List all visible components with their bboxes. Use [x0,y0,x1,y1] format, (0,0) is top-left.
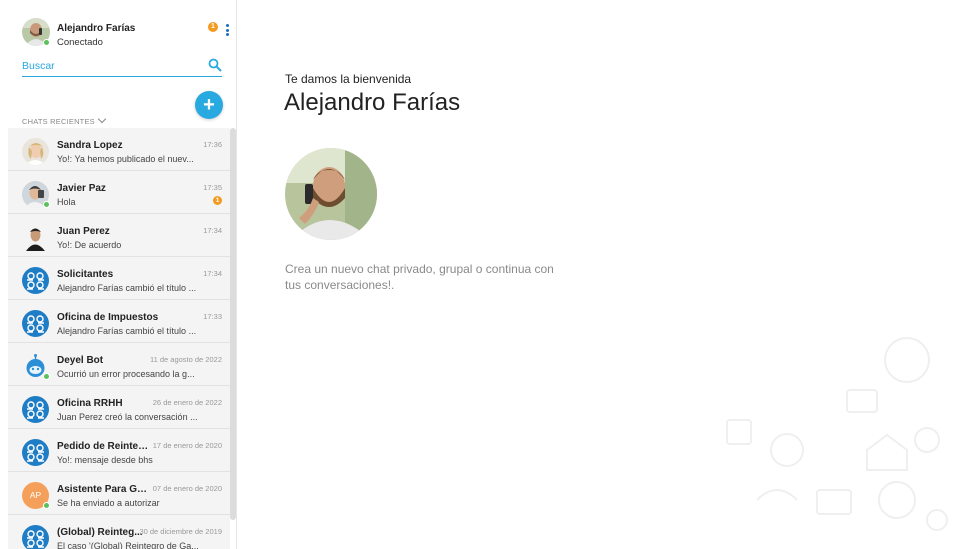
chat-item-sandra-lopez[interactable]: Sandra Lopez 17:36 Yo!: Ya hemos publica… [8,128,230,171]
chat-preview: Ocurrió un error procesando la g... [57,369,195,379]
chat-time: 17:34 [203,226,222,235]
current-user: Alejandro Farías Conectado 1 [22,18,232,48]
online-indicator [43,39,50,46]
chat-preview: Alejandro Farías cambió el título ... [57,326,197,336]
chat-name: Asistente Para Gest... [57,484,152,495]
welcome-prompt: Crea un nuevo chat privado, grupal o con… [285,262,554,292]
chat-name: Deyel Bot [57,355,104,366]
search-bar [22,56,222,77]
background-pattern [726,337,948,531]
chat-time: 17:36 [203,140,222,149]
sidebar: Alejandro Farías Conectado 1 + CHATS REC… [0,0,237,549]
chat-item-javier-paz[interactable]: Javier Paz 17:35 Hola 1 [8,171,230,214]
chat-time: 17:34 [203,269,222,278]
chat-avatar [22,138,49,165]
chat-item-pedido-reintegro[interactable]: Pedido de Reintegr... 17 de enero de 202… [8,429,230,472]
chat-time: 26 de enero de 2022 [152,398,222,407]
chevron-down-icon [97,114,107,124]
search-input[interactable] [22,58,202,74]
welcome-panel: Te damos la bienvenida Alejandro Farías … [237,0,967,549]
welcome-user-name: Alejandro Farías [284,89,461,116]
search-icon[interactable] [208,58,222,72]
online-indicator [43,373,50,380]
chat-item-oficina-rrhh[interactable]: Oficina RRHH 26 de enero de 2022 Juan Pe… [8,386,230,429]
user-name: Alejandro Farías [57,23,136,34]
chat-item-oficina-impuestos[interactable]: Oficina de Impuestos 17:33 Alejandro Far… [8,300,230,343]
user-status: Conectado [57,37,103,48]
chat-time: 07 de enero de 2020 [152,484,222,493]
chat-item-deyel-bot[interactable]: Deyel Bot 11 de agosto de 2022 Ocurrió u… [8,343,230,386]
chat-preview: Yo!: De acuerdo [57,240,122,250]
group-icon [22,310,49,337]
recent-chats-label: CHATS RECIENTES [22,117,95,126]
chat-time: 30 de diciembre de 2019 [139,527,222,536]
chat-time: 17:33 [203,312,222,321]
chat-name: Pedido de Reintegr... [57,441,152,452]
chat-time: 17 de enero de 2020 [152,441,222,450]
chat-name: Oficina de Impuestos [57,312,159,323]
chat-preview: Se ha enviado a autorizar [57,498,160,508]
chat-name: Solicitantes [57,269,114,280]
welcome-text: Te damos la bienvenida [285,72,412,86]
chat-preview: Hola [57,197,76,207]
new-chat-button[interactable]: + [195,91,223,119]
chat-avatar [22,224,49,251]
notification-badge[interactable]: 1 [208,22,218,32]
chat-preview: Yo!: Ya hemos publicado el nuev... [57,154,194,164]
chat-item-juan-perez[interactable]: Juan Perez 17:34 Yo!: De acuerdo [8,214,230,257]
more-options-icon[interactable] [224,24,230,38]
group-icon [22,525,49,549]
group-icon [22,396,49,423]
chat-time: 11 de agosto de 2022 [149,355,222,364]
chat-preview: Juan Perez creó la conversación ... [57,412,198,422]
chat-list-scrollbar[interactable] [230,128,236,520]
unread-badge: 1 [213,196,222,205]
chat-item-asistente[interactable]: AP Asistente Para Gest... 07 de enero de… [8,472,230,515]
chat-preview: Alejandro Farías cambió el título ... [57,283,197,293]
chat-name: Juan Perez [57,226,110,237]
chat-time: 17:35 [203,183,222,192]
online-indicator [43,201,50,208]
chat-item-solicitantes[interactable]: Solicitantes 17:34 Alejandro Farías camb… [8,257,230,300]
chat-name: (Global) Reinteg... [57,527,143,538]
recent-chats-toggle[interactable]: CHATS RECIENTES [22,114,107,126]
chat-list: Sandra Lopez 17:36 Yo!: Ya hemos publica… [8,128,230,549]
chat-item-global-reintegro[interactable]: (Global) Reinteg... 30 de diciembre de 2… [8,515,230,549]
chat-preview: El caso '(Global) Reintegro de Ga... [57,541,199,549]
group-icon [22,439,49,466]
chat-name: Oficina RRHH [57,398,123,409]
chat-preview: Yo!: mensaje desde bhs [57,455,153,465]
group-icon [22,267,49,294]
chat-name: Sandra Lopez [57,140,123,151]
welcome-avatar [285,148,377,240]
online-indicator [43,502,50,509]
chat-name: Javier Paz [57,183,106,194]
